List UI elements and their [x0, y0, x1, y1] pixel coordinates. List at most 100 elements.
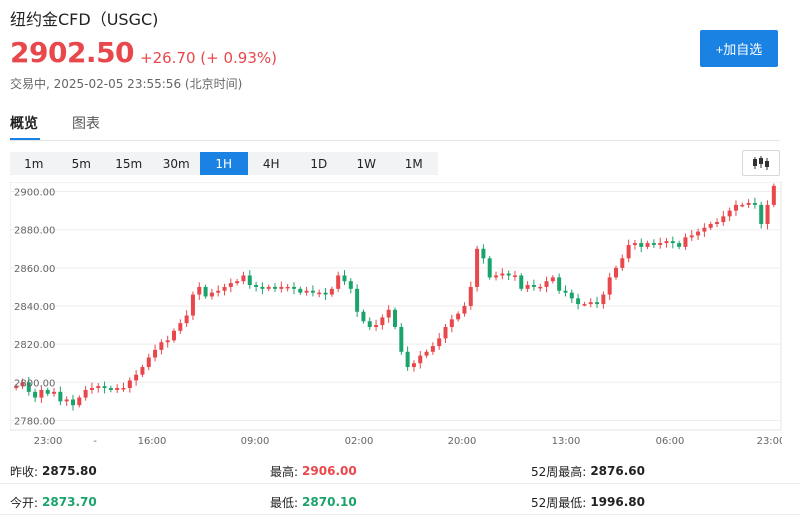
- stat-label: 52周最高:: [531, 464, 587, 479]
- candle: [550, 275, 555, 284]
- candle: [449, 314, 454, 333]
- period-1mo[interactable]: 1M: [390, 152, 438, 175]
- period-4h[interactable]: 4H: [248, 152, 296, 175]
- candle: [298, 286, 303, 295]
- y-tick-label: 2880.00: [14, 226, 55, 237]
- candle-body: [146, 357, 151, 368]
- last-price: 2902.50: [10, 36, 135, 69]
- candle-body: [348, 281, 353, 289]
- y-tick-label: 2860.00: [14, 264, 55, 275]
- candle-body: [361, 311, 366, 322]
- view-tabs: 概览 图表: [10, 113, 134, 141]
- candle-body: [475, 248, 480, 287]
- candle: [96, 383, 101, 393]
- candle: [33, 388, 38, 403]
- candle-body: [77, 397, 82, 406]
- candle: [254, 281, 259, 292]
- candle-body: [677, 243, 682, 247]
- candle: [563, 285, 568, 297]
- candle-body: [254, 285, 259, 287]
- stat-label: 最低:: [270, 495, 299, 510]
- candle: [89, 382, 94, 394]
- candle-body: [209, 292, 214, 297]
- candle-body: [430, 346, 435, 352]
- candle-body: [323, 292, 328, 295]
- tab-chart[interactable]: 图表: [72, 113, 100, 141]
- candle-body: [39, 389, 44, 398]
- candle: [197, 282, 202, 300]
- candle: [632, 239, 637, 250]
- x-tick-label: 13:00: [552, 436, 581, 447]
- candle: [279, 281, 284, 293]
- candle-body: [651, 243, 656, 245]
- period-15m[interactable]: 15m: [105, 152, 153, 175]
- candle: [348, 278, 353, 294]
- candle-body: [557, 277, 562, 291]
- candle-body: [222, 286, 227, 291]
- candle: [519, 273, 524, 292]
- candle: [487, 256, 492, 280]
- period-1d[interactable]: 1D: [295, 152, 343, 175]
- x-tick-label: 06:00: [656, 436, 685, 447]
- candle-body: [58, 391, 63, 402]
- candle: [140, 364, 145, 377]
- candle: [222, 283, 227, 296]
- candle: [70, 394, 75, 411]
- x-tick-label: 23:00: [34, 436, 63, 447]
- candle-body: [159, 342, 164, 350]
- period-30m[interactable]: 30m: [153, 152, 201, 175]
- candle: [228, 278, 233, 293]
- stat-low: 最低: 2870.10: [270, 489, 357, 515]
- stat-label: 52周最低:: [531, 495, 587, 510]
- price-chart[interactable]: 2900.00 2880.00 2860.00 2840.00 2820.00 2800.…: [10, 182, 782, 450]
- candle-body: [563, 290, 568, 293]
- candle: [670, 236, 675, 249]
- candle-body: [235, 281, 240, 284]
- candle-body: [298, 288, 303, 293]
- candle: [462, 302, 467, 317]
- candle-body: [329, 288, 334, 295]
- candle-body: [380, 317, 385, 326]
- candle-body: [437, 338, 442, 347]
- candle: [235, 278, 240, 286]
- candle: [418, 351, 423, 369]
- candle: [247, 270, 252, 289]
- candle: [304, 286, 309, 296]
- candle-body: [70, 399, 75, 406]
- y-tick-label: 2820.00: [14, 340, 55, 351]
- candle: [752, 197, 757, 209]
- stat-value: 2876.60: [590, 464, 645, 478]
- candle: [481, 244, 486, 264]
- stat-value: 2870.10: [302, 495, 357, 509]
- candle: [569, 289, 574, 303]
- period-1h[interactable]: 1H: [200, 152, 248, 175]
- period-5m[interactable]: 5m: [58, 152, 106, 175]
- candle-body: [689, 235, 694, 238]
- candle: [411, 360, 416, 372]
- candle: [620, 254, 625, 271]
- period-1w[interactable]: 1W: [343, 152, 391, 175]
- candle: [607, 272, 612, 300]
- x-tick-label: 23:00: [757, 436, 782, 447]
- candle: [127, 377, 132, 393]
- candle: [77, 395, 82, 408]
- candle-body: [494, 275, 499, 278]
- stat-value: 2875.80: [42, 464, 97, 478]
- candle-body: [607, 277, 612, 295]
- candle-body: [771, 185, 776, 205]
- candle-body: [134, 374, 139, 381]
- candle: [626, 239, 631, 263]
- add-to-watchlist-button[interactable]: +加自选: [700, 30, 778, 67]
- candle-body: [740, 204, 745, 207]
- instrument-title: 纽约金CFD（USGC): [10, 10, 159, 29]
- chart-type-button[interactable]: [742, 150, 780, 176]
- period-1m[interactable]: 1m: [10, 152, 58, 175]
- candle-body: [639, 243, 644, 247]
- stat-value: 1996.80: [590, 495, 645, 509]
- candle: [576, 293, 581, 310]
- candle-body: [285, 286, 290, 289]
- candle-body: [500, 273, 505, 276]
- candle: [355, 284, 360, 318]
- candle-body: [121, 388, 126, 390]
- tab-overview[interactable]: 概览: [10, 113, 38, 141]
